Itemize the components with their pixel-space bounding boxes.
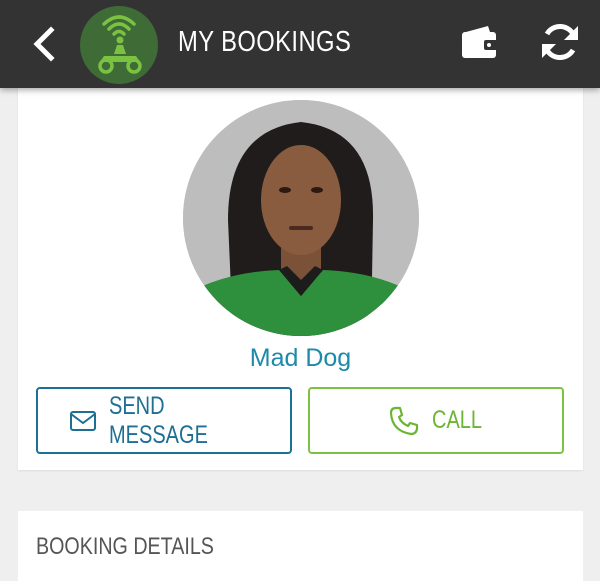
driver-avatar <box>183 100 419 336</box>
driver-card: Mad Dog SEND MESSAGE CALL <box>18 88 583 470</box>
booking-details-title: BOOKING DETAILS <box>36 533 214 560</box>
wallet-icon <box>462 26 498 58</box>
wallet-button[interactable] <box>458 22 502 64</box>
back-arrow-icon <box>33 26 55 62</box>
driver-photo <box>183 100 419 336</box>
send-message-label: SEND MESSAGE <box>109 391 208 449</box>
top-bar: MY BOOKINGS <box>0 0 600 88</box>
envelope-icon <box>70 410 96 431</box>
call-button[interactable]: CALL <box>308 387 564 454</box>
app-logo <box>80 6 158 84</box>
booking-details-section[interactable]: BOOKING DETAILS <box>18 511 583 581</box>
refresh-button[interactable] <box>536 18 584 66</box>
back-button[interactable] <box>22 20 66 68</box>
page-title: MY BOOKINGS <box>178 26 352 58</box>
send-message-button[interactable]: SEND MESSAGE <box>36 387 292 454</box>
phone-icon <box>389 406 419 435</box>
driver-name: Mad Dog <box>249 344 352 372</box>
refresh-icon <box>542 23 578 61</box>
app-screen: MY BOOKINGS Mad Dog SEND MESSAGE CALL BO… <box>0 0 600 581</box>
scooter-logo-icon <box>98 15 142 74</box>
call-label: CALL <box>432 406 483 434</box>
